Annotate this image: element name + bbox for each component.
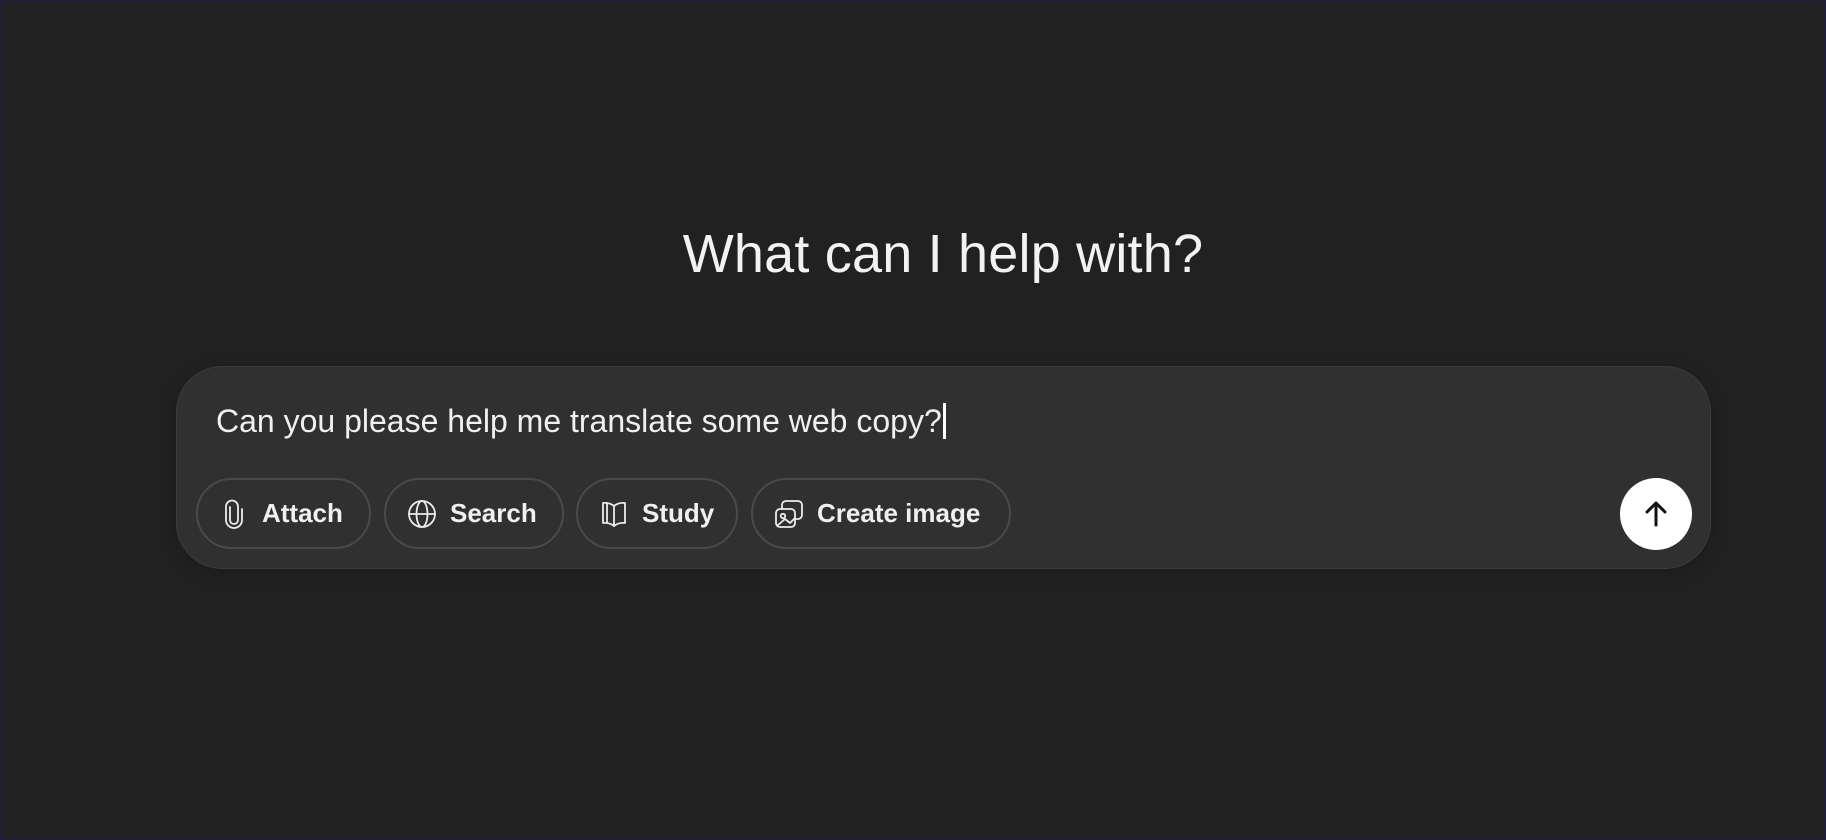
attach-button[interactable]: Attach [196, 478, 371, 549]
page-title: What can I help with? [682, 224, 1204, 284]
create-image-button[interactable]: Create image [751, 478, 1011, 549]
paperclip-icon [218, 498, 250, 530]
attach-label: Attach [262, 498, 343, 528]
prompt-input-value: Can you please help me translate some we… [216, 403, 942, 439]
text-caret [942, 403, 946, 439]
study-label: Study [642, 498, 715, 528]
prompt-input[interactable]: Can you please help me translate some we… [216, 401, 946, 441]
prompt-composer[interactable]: Can you please help me translate some we… [176, 366, 1711, 569]
search-button[interactable]: Search [384, 478, 564, 549]
study-button[interactable]: Study [576, 478, 738, 549]
globe-icon [406, 498, 438, 530]
send-button[interactable] [1620, 478, 1692, 550]
images-icon [773, 498, 805, 530]
search-label: Search [450, 498, 537, 528]
arrow-up-icon [1640, 498, 1672, 530]
book-icon [598, 498, 630, 530]
create-image-label: Create image [817, 498, 981, 528]
